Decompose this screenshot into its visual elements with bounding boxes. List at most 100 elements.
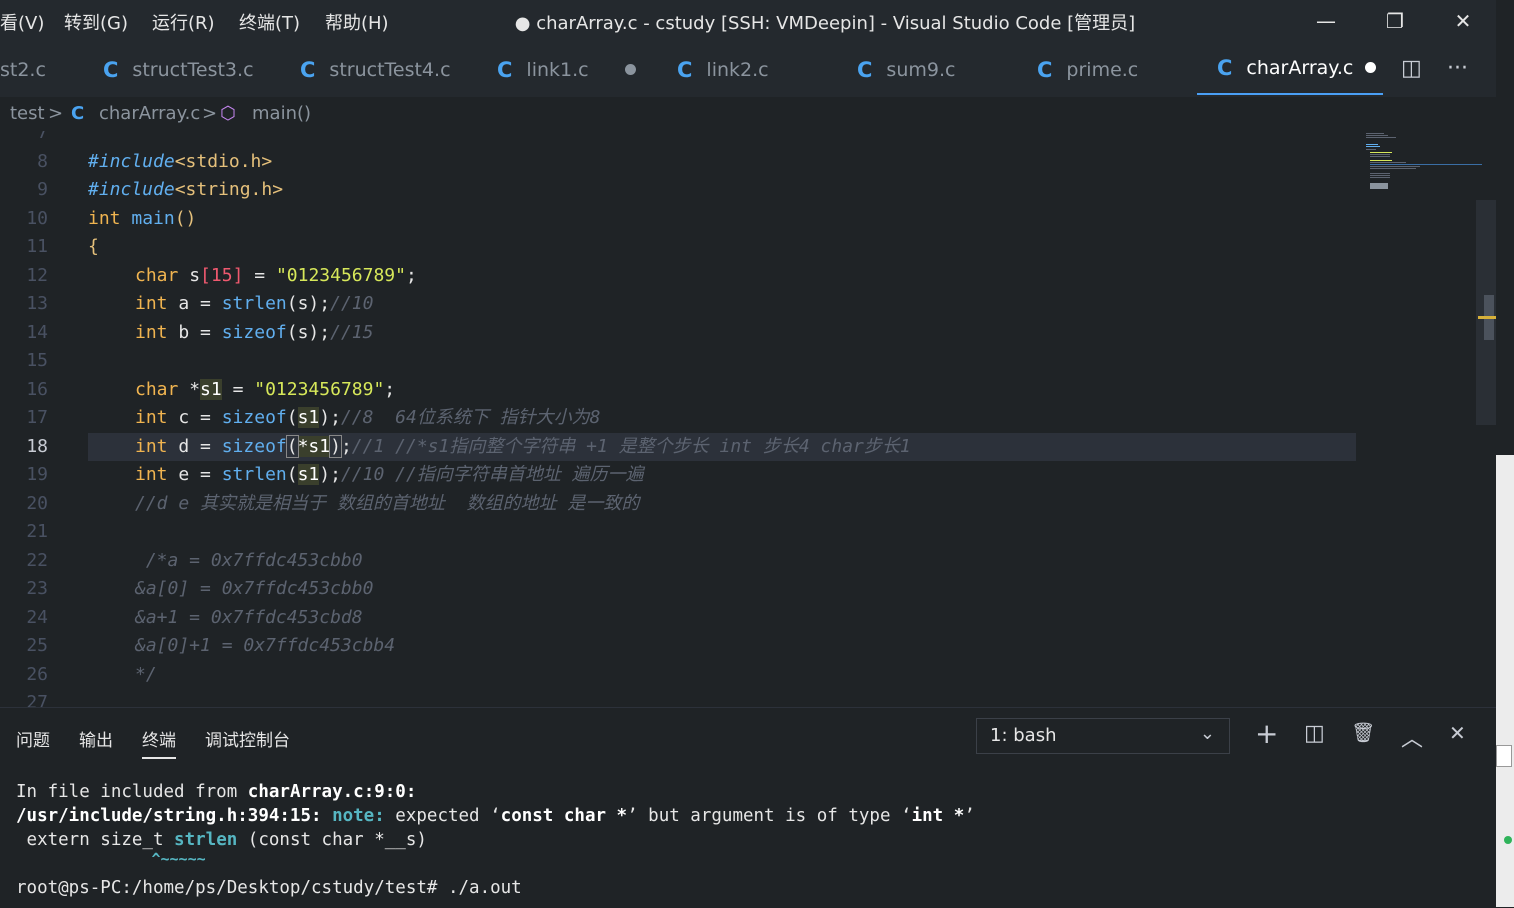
code-line: 14 int b = sizeof(s);//15: [0, 319, 1496, 347]
tab-struct-test4[interactable]: CstructTest4.c: [300, 42, 451, 97]
unsaved-dot-icon[interactable]: [1365, 62, 1377, 73]
window-title: ● charArray.c - cstudy [SSH: VMDeepin] -…: [514, 13, 1136, 34]
collapse-arrow-icon[interactable]: [1496, 745, 1512, 767]
breadcrumb-folder[interactable]: test: [10, 103, 45, 124]
line-number: 21: [26, 521, 48, 542]
new-terminal-icon[interactable]: +: [1255, 717, 1278, 750]
more-actions-icon[interactable]: ···: [1447, 56, 1468, 81]
line-number: 18: [26, 436, 48, 457]
adjacent-window-edge: [1496, 0, 1514, 907]
close-window-button[interactable]: ✕: [1443, 6, 1483, 36]
line-number: 10: [26, 208, 48, 229]
c-file-icon: C: [1217, 55, 1233, 80]
trash-icon[interactable]: 🗑: [1351, 721, 1375, 744]
line-number: 24: [26, 607, 48, 628]
line-number: 7: [37, 131, 48, 143]
terminal-line: extern size_t strlen (const char *__s): [16, 830, 427, 850]
line-number: 23: [26, 578, 48, 599]
code-line: 21: [0, 518, 1496, 546]
line-number: 27: [26, 692, 48, 707]
c-file-icon: C: [677, 57, 693, 82]
symbol-method-icon: ⬡: [220, 103, 236, 124]
c-file-icon: C: [103, 57, 119, 82]
tab-problems[interactable]: 问题: [16, 726, 50, 751]
tab-debug-console[interactable]: 调试控制台: [205, 726, 290, 751]
c-file-icon: C: [857, 57, 873, 82]
code-editor[interactable]: 7 8 #include<stdio.h> 9 #include<string.h>…: [0, 131, 1496, 707]
split-terminal-icon[interactable]: ◫: [1304, 721, 1325, 746]
terminal-prompt: root@ps-PC:/home/ps/Desktop/cstudy/test#…: [16, 878, 522, 898]
line-number: 9: [37, 179, 48, 200]
line-number: 20: [26, 493, 48, 514]
tab-prime[interactable]: Cprime.c: [1037, 42, 1138, 97]
code-line: 19 int e = strlen(s1);//10 //指向字符串首地址 遍历一…: [0, 461, 1496, 489]
tab-sum9[interactable]: Csum9.c: [857, 42, 955, 97]
line-number: 14: [26, 322, 48, 343]
tab-label: prime.c: [1066, 58, 1139, 81]
tab-link1[interactable]: Clink1.c: [497, 42, 589, 97]
terminal-line: ^~~~~~: [16, 850, 206, 868]
chevron-down-icon: ⌄: [1199, 723, 1215, 744]
unsaved-dot-icon[interactable]: [625, 64, 636, 75]
code-line: 24 &a+1 = 0x7ffdc453cbd8: [0, 604, 1496, 632]
split-editor-icon[interactable]: ◫: [1401, 56, 1422, 81]
code-line: 20//d e 其实就是相当于 数组的首地址 数组的地址 是一致的: [0, 490, 1496, 518]
minimize-button[interactable]: —: [1306, 6, 1346, 36]
code-line: 26 */: [0, 661, 1496, 689]
breadcrumb-symbol[interactable]: main(): [252, 103, 311, 124]
code-line: 10 int main(): [0, 205, 1496, 233]
line-number: 13: [26, 293, 48, 314]
code-line: 17 int c = sizeof(s1);//8 64位系统下 指针大小为8: [0, 404, 1496, 432]
tab-label: st2.c: [0, 58, 46, 81]
editor-tab-bar: st2.c CstructTest3.c CstructTest4.c Clin…: [0, 42, 1496, 97]
maximize-panel-icon[interactable]: ︿: [1401, 721, 1423, 753]
breadcrumb-file[interactable]: charArray.c: [99, 103, 200, 124]
maximize-button[interactable]: ❐: [1375, 6, 1415, 36]
tab-output[interactable]: 输出: [79, 726, 113, 751]
tab-label: structTest3.c: [132, 58, 254, 81]
code-line: 7: [0, 131, 1496, 147]
c-file-icon: C: [1037, 57, 1053, 82]
tab-terminal[interactable]: 终端: [142, 726, 176, 759]
code-line: 23 &a[0] = 0x7ffdc453cbb0: [0, 575, 1496, 603]
line-number: 12: [26, 265, 48, 286]
code-line: 22 /*a = 0x7ffdc453cbb0: [0, 547, 1496, 575]
chevron-right-icon: >: [48, 103, 64, 124]
line-number: 17: [26, 407, 48, 428]
tab-chararray[interactable]: CcharArray.c: [1197, 42, 1383, 95]
c-file-icon: C: [497, 57, 513, 82]
line-number: 19: [26, 464, 48, 485]
code-line: 11{: [0, 233, 1496, 261]
chevron-right-icon: >: [202, 103, 218, 124]
line-number: 8: [37, 151, 48, 172]
code-line: 8 #include<stdio.h>: [0, 148, 1496, 176]
code-line: 18 int d = sizeof(*s1);//1 //*s1指向整个字符串 +…: [0, 433, 1496, 461]
line-number: 26: [26, 664, 48, 685]
line-number: 16: [26, 379, 48, 400]
terminal-line: In file included from charArray.c:9:0:: [16, 782, 417, 802]
close-panel-icon[interactable]: ✕: [1449, 721, 1466, 745]
line-number: 11: [26, 236, 48, 257]
terminal-line: /usr/include/string.h:394:15: note: expe…: [16, 806, 975, 826]
status-dot-icon: [1504, 836, 1512, 844]
tab-struct-test2[interactable]: st2.c: [0, 42, 46, 97]
tab-link2[interactable]: Clink2.c: [677, 42, 769, 97]
code-line: 15: [0, 347, 1496, 375]
tab-label: link2.c: [706, 58, 769, 81]
code-line: 27: [0, 689, 1496, 707]
line-number: 15: [26, 350, 48, 371]
tab-label: link1.c: [526, 58, 589, 81]
breadcrumb: test > C charArray.c > ⬡ main(): [0, 97, 1496, 131]
tab-label: structTest4.c: [329, 58, 451, 81]
terminal-select[interactable]: 1: bash ⌄: [976, 718, 1230, 754]
bottom-panel: 问题 输出 终端 调试控制台 1: bash ⌄ + ◫ 🗑 ︿ ✕ In fi…: [0, 707, 1496, 908]
code-line: 25 &a[0]+1 = 0x7ffdc453cbb4: [0, 632, 1496, 660]
tab-struct-test3[interactable]: CstructTest3.c: [103, 42, 254, 97]
title-bar: 看(V) 转到(G) 运行(R) 终端(T) 帮助(H) ● charArray…: [0, 0, 1496, 42]
terminal-select-value: 1: bash: [990, 725, 1057, 746]
line-number: 22: [26, 550, 48, 571]
code-line: 13 int a = strlen(s);//10: [0, 290, 1496, 318]
tab-label: charArray.c: [1246, 56, 1354, 79]
tab-label: sum9.c: [886, 58, 956, 81]
minimap[interactable]: [1362, 131, 1482, 201]
